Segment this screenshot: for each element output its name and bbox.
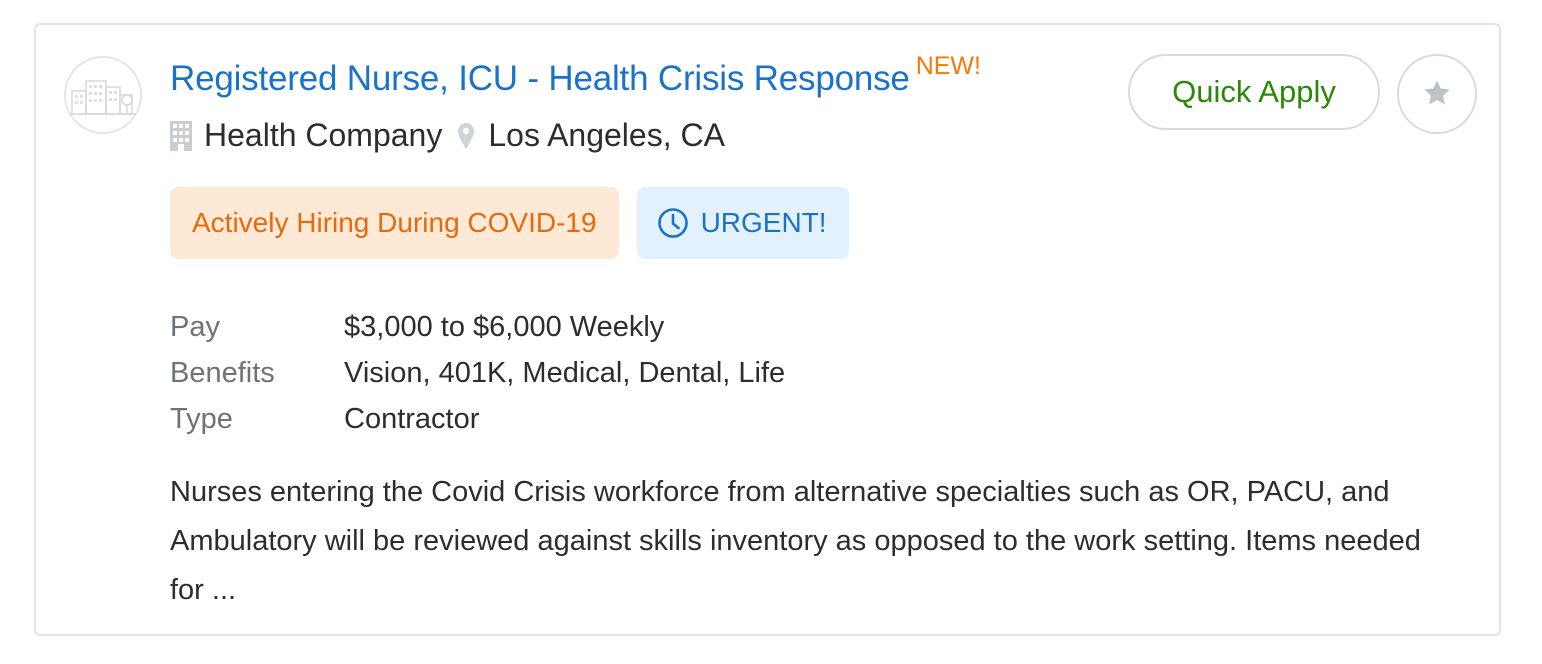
benefits-value: Vision, 401K, Medical, Dental, Life <box>344 357 786 389</box>
job-title-link[interactable]: Registered Nurse, ICU - Health Crisis Re… <box>170 59 910 98</box>
company-logo-icon <box>64 56 142 134</box>
map-pin-icon <box>458 122 475 149</box>
urgent-tag: URGENT! <box>636 187 849 259</box>
star-icon <box>1421 77 1453 112</box>
job-location: Los Angeles, CA <box>488 117 725 153</box>
title-row: Registered Nurse, ICU - Health Crisis Re… <box>170 52 981 99</box>
new-badge: NEW! <box>915 52 981 80</box>
job-details: Pay $3,000 to $6,000 Weekly Benefits Vis… <box>170 307 785 439</box>
building-icon <box>170 120 192 151</box>
pay-value: $3,000 to $6,000 Weekly <box>344 311 665 343</box>
urgent-tag-label: URGENT! <box>700 207 827 238</box>
covid-hiring-tag: Actively Hiring During COVID-19 <box>170 187 619 259</box>
job-card[interactable]: Registered Nurse, ICU - Health Crisis Re… <box>34 23 1501 636</box>
type-value: Contractor <box>344 403 480 435</box>
save-job-button[interactable] <box>1397 54 1477 134</box>
type-label: Type <box>170 403 233 435</box>
benefits-label: Benefits <box>170 357 275 389</box>
quick-apply-button[interactable]: Quick Apply <box>1128 54 1380 130</box>
covid-hiring-tag-label: Actively Hiring During COVID-19 <box>192 207 597 238</box>
pay-label: Pay <box>170 311 220 343</box>
job-tags: Actively Hiring During COVID-19 URGENT! <box>170 187 849 259</box>
company-name: Health Company <box>204 117 443 153</box>
job-description: Nurses entering the Covid Crisis workfor… <box>170 476 1421 606</box>
clock-icon <box>657 207 689 239</box>
company-location-row: Health Company Los Angeles, CA <box>170 117 725 154</box>
